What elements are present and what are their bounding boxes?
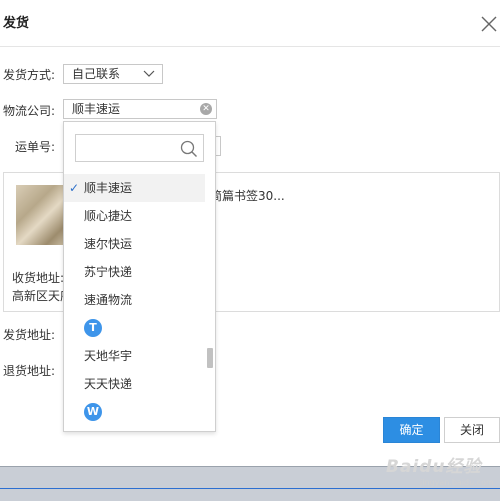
dropdown-option-label: 速尔快运 xyxy=(84,237,133,251)
dropdown-option[interactable]: ✓ 顺丰速运 xyxy=(64,174,205,202)
receiver-label: 收货地址: xyxy=(12,271,65,285)
watermark-url: jingyan.baidu.com xyxy=(420,478,494,487)
dropdown-option-label: 天地华宇 xyxy=(84,349,133,363)
letter-group-header: T xyxy=(64,314,205,342)
dropdown-option-label: 顺丰速运 xyxy=(84,181,133,195)
dropdown-option-label: 速通物流 xyxy=(84,293,133,307)
dropdown-scrollbar-track[interactable] xyxy=(205,174,215,429)
letter-group-header: W xyxy=(64,398,205,426)
letter-badge: W xyxy=(84,403,102,421)
dropdown-option[interactable]: 速尔快运 xyxy=(64,230,205,258)
close-button[interactable]: 关闭 xyxy=(444,417,500,443)
dropdown-option-label: 天天快递 xyxy=(84,377,133,391)
logistics-dropdown: ✓ 顺丰速运 顺心捷达 速尔快运 苏宁快递 速通物流 T 天地华宇 天天快递 W xyxy=(63,121,216,432)
dropdown-option[interactable]: 速通物流 xyxy=(64,286,205,314)
chevron-down-icon xyxy=(143,70,155,77)
check-icon: ✓ xyxy=(69,181,80,195)
ship-from-label: 发货地址: xyxy=(3,328,56,342)
clear-icon[interactable]: ✕ xyxy=(200,103,212,115)
logistics-company-select[interactable]: 顺丰速运 ✕ xyxy=(63,99,217,119)
dropdown-option-label: 顺心捷达 xyxy=(84,209,133,223)
delivery-method-label: 发货方式: xyxy=(3,68,56,82)
dropdown-search-input[interactable] xyxy=(75,134,204,162)
dropdown-option-label: 苏宁快递 xyxy=(84,265,133,279)
close-icon[interactable] xyxy=(480,15,498,33)
taskbar-accent-line xyxy=(0,488,500,489)
confirm-button[interactable]: 确定 xyxy=(383,417,440,443)
search-icon xyxy=(180,140,197,157)
product-image xyxy=(16,185,68,245)
dialog-title: 发货 xyxy=(3,16,30,31)
watermark: Baidu经验 xyxy=(386,457,482,477)
logistics-company-value: 顺丰速运 xyxy=(72,102,121,116)
letter-badge: T xyxy=(84,319,102,337)
delivery-method-value: 自己联系 xyxy=(72,67,121,81)
tracking-number-label: 运单号: xyxy=(15,140,56,154)
ship-dialog: 发货 发货方式: 自己联系 物流公司: 顺丰速运 ✕ 运单号: 简篇书签30..… xyxy=(0,0,500,466)
dropdown-list: ✓ 顺丰速运 顺心捷达 速尔快运 苏宁快递 速通物流 T 天地华宇 天天快递 W xyxy=(64,174,205,426)
dropdown-option[interactable]: 苏宁快递 xyxy=(64,258,205,286)
product-title: 简篇书签30... xyxy=(210,189,285,203)
logistics-company-label: 物流公司: xyxy=(3,104,56,118)
dropdown-scrollbar-thumb[interactable] xyxy=(207,348,213,368)
dropdown-option[interactable]: 天天快递 xyxy=(64,370,205,398)
return-address-label: 退货地址: xyxy=(3,364,56,378)
dropdown-option[interactable]: 顺心捷达 xyxy=(64,202,205,230)
header-divider xyxy=(0,46,500,47)
dropdown-option[interactable]: 天地华宇 xyxy=(64,342,205,370)
delivery-method-select[interactable]: 自己联系 xyxy=(63,64,163,84)
